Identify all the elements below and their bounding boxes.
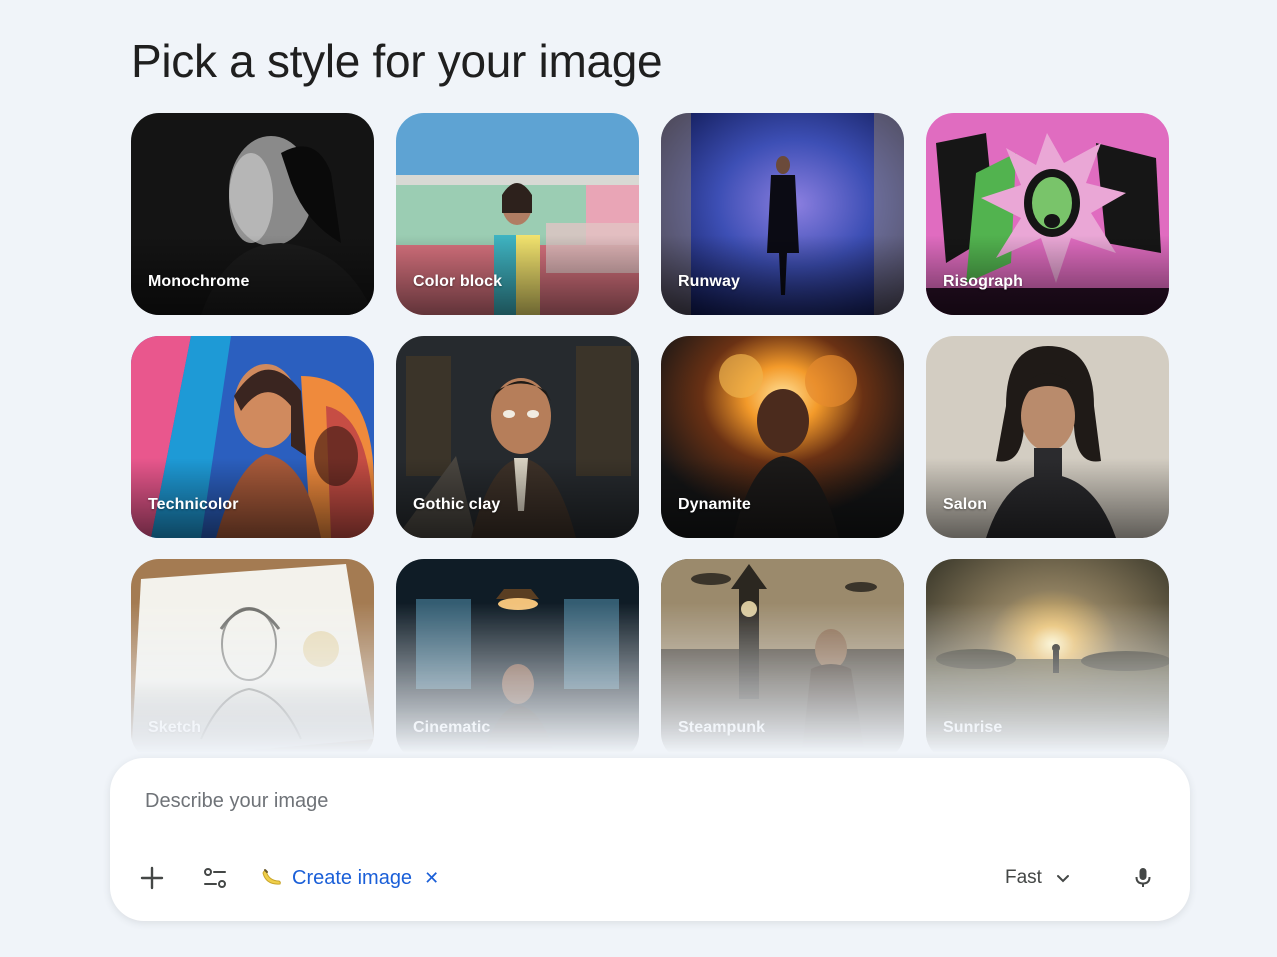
style-card-monochrome[interactable]: Monochrome <box>131 113 374 315</box>
tools-button[interactable] <box>195 858 235 898</box>
style-card-salon[interactable]: Salon <box>926 336 1169 538</box>
style-label: Salon <box>943 496 988 513</box>
style-label: Gothic clay <box>413 496 501 513</box>
style-card-sketch[interactable]: Sketch <box>131 559 374 761</box>
style-card-sunrise[interactable]: Sunrise <box>926 559 1169 761</box>
style-card-runway[interactable]: Runway <box>661 113 904 315</box>
style-label: Technicolor <box>148 496 239 513</box>
style-card-dynamite[interactable]: Dynamite <box>661 336 904 538</box>
prompt-composer: Create image ✕ Fast <box>110 758 1190 921</box>
style-label: Color block <box>413 273 503 290</box>
style-label: Cinematic <box>413 719 491 736</box>
style-label: Sunrise <box>943 719 1003 736</box>
chevron-down-icon <box>1056 875 1069 883</box>
style-label: Monochrome <box>148 273 250 290</box>
close-icon[interactable]: ✕ <box>424 868 439 889</box>
style-card-risograph[interactable]: Risograph <box>926 113 1169 315</box>
page-title: Pick a style for your image <box>131 35 663 87</box>
create-image-chip[interactable]: Create image ✕ <box>260 861 439 895</box>
model-label: Fast <box>1005 867 1042 888</box>
plus-icon <box>140 866 164 890</box>
style-label: Dynamite <box>678 496 751 513</box>
tune-icon <box>204 868 226 888</box>
style-grid: Monochrome Color block Runway Risograph … <box>131 113 1171 761</box>
style-card-color-block[interactable]: Color block <box>396 113 639 315</box>
mic-icon <box>1135 868 1151 887</box>
style-label: Runway <box>678 273 740 290</box>
style-label: Steampunk <box>678 719 766 736</box>
style-label: Sketch <box>148 719 202 736</box>
create-image-label: Create image <box>292 866 413 889</box>
prompt-input[interactable] <box>143 789 1047 814</box>
banana-icon <box>262 869 281 885</box>
add-button[interactable] <box>132 858 172 898</box>
style-card-gothic-clay[interactable]: Gothic clay <box>396 336 639 538</box>
style-card-cinematic[interactable]: Cinematic <box>396 559 639 761</box>
style-label: Risograph <box>943 273 1024 290</box>
model-selector[interactable]: Fast <box>1005 861 1070 895</box>
style-card-steampunk[interactable]: Steampunk <box>661 559 904 761</box>
microphone-button[interactable] <box>1123 858 1163 898</box>
style-card-technicolor[interactable]: Technicolor <box>131 336 374 538</box>
